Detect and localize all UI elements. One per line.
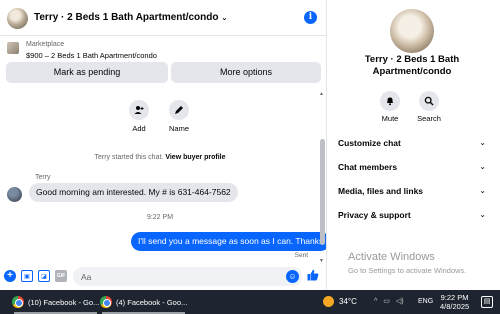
chevron-down-icon: ⌄ (479, 210, 486, 219)
add-label: Add (132, 124, 146, 133)
sender-name: Terry (35, 174, 51, 181)
chevron-down-icon: ⌄ (479, 186, 486, 195)
search-label: Search (417, 114, 441, 123)
chat-started-text: Terry started this chat. (94, 154, 164, 161)
camera-icon[interactable]: ▣ (21, 270, 33, 282)
message-timestamp: 9:22 PM (146, 214, 174, 221)
taskbar-item-label: (10) Facebook - Go... (28, 297, 100, 307)
notification-icon[interactable]: ▤ (481, 296, 493, 308)
privacy-support-item[interactable]: Privacy & support ⌄ (338, 210, 486, 220)
activate-windows-title: Activate Windows (348, 251, 435, 263)
system-tray[interactable]: ^ ▭ ◁) (374, 297, 410, 305)
profile-name: Terry · 2 Beds 1 Bath Apartment/condo (364, 54, 460, 77)
emoji-icon[interactable]: ☺ (286, 270, 299, 283)
message-placeholder: Aa (81, 272, 92, 282)
profile-avatar[interactable] (390, 9, 434, 53)
clock[interactable]: 9:22 PM 4/8/2025 (440, 293, 469, 311)
listing-title[interactable]: $900 – 2 Beds 1 Bath Apartment/condo (26, 51, 157, 60)
chrome-icon (12, 296, 24, 308)
chat-header: Terry · 2 Beds 1 Bath Apartment/condo ⌄ i (0, 0, 326, 36)
mute-button[interactable]: Mute (372, 91, 408, 123)
chevron-down-icon: ⌄ (221, 15, 228, 22)
clock-date: 4/8/2025 (440, 302, 470, 311)
chat-title-text: Terry · 2 Beds 1 Bath Apartment/condo (34, 12, 219, 23)
taskbar-item-facebook-2[interactable]: (4) Facebook - Goo... (100, 293, 188, 314)
chevron-down-icon: ⌄ (479, 162, 486, 171)
name-action[interactable]: Name (162, 100, 196, 133)
media-files-links-item[interactable]: Media, files and links ⌄ (338, 186, 486, 196)
bell-icon (380, 91, 400, 111)
marketplace-label: Marketplace (26, 41, 65, 48)
pencil-icon (169, 100, 189, 120)
sender-avatar[interactable] (7, 187, 22, 202)
view-buyer-profile-link[interactable]: View buyer profile (165, 154, 225, 161)
chevron-up-icon[interactable]: ^ (374, 298, 377, 305)
network-icon[interactable]: ▭ (383, 298, 390, 305)
sent-status: Sent (294, 252, 308, 259)
chrome-icon (100, 296, 112, 308)
person-add-icon (129, 100, 149, 120)
info-icon[interactable]: i (304, 11, 317, 24)
add-action[interactable]: Add (122, 100, 156, 133)
listing-thumbnail (7, 42, 19, 54)
menu-item-label: Chat members (338, 162, 398, 172)
sticker-icon[interactable]: ◪ (38, 270, 50, 282)
activate-windows-subtitle: Go to Settings to activate Windows. (348, 266, 467, 275)
menu-item-label: Media, files and links (338, 186, 424, 196)
info-panel: Terry · 2 Beds 1 Bath Apartment/condo Mu… (326, 0, 500, 290)
temperature: 34°C (339, 297, 357, 306)
clock-time: 9:22 PM (440, 293, 469, 302)
mute-label: Mute (381, 114, 399, 123)
composer: + ▣ ◪ GIF Aa ☺ (0, 263, 326, 290)
taskbar-item-label: (4) Facebook - Goo... (116, 297, 188, 307)
gif-icon[interactable]: GIF (55, 270, 67, 282)
chat-scrollbar[interactable]: ▲ ▼ (319, 91, 325, 264)
weather-widget[interactable]: 34°C (323, 296, 357, 307)
chat-started-notice: Terry started this chat. View buyer prof… (0, 154, 320, 161)
message-input[interactable]: Aa ☺ (73, 267, 302, 286)
taskbar: (10) Facebook - Go... (4) Facebook - Goo… (0, 290, 500, 314)
incoming-message[interactable]: Good morning am interested. My # is 631-… (29, 183, 238, 202)
taskbar-item-facebook-1[interactable]: (10) Facebook - Go... (12, 293, 100, 314)
thumbs-up-icon[interactable] (307, 269, 319, 284)
plus-icon[interactable]: + (4, 270, 16, 282)
outgoing-message[interactable]: I'll send you a message as soon as I can… (131, 232, 326, 251)
menu-item-label: Customize chat (338, 138, 401, 148)
name-label: Name (168, 124, 189, 133)
chat-members-item[interactable]: Chat members ⌄ (338, 162, 486, 172)
search-icon (419, 91, 439, 111)
more-options-button[interactable]: More options (171, 62, 321, 83)
customize-chat-item[interactable]: Customize chat ⌄ (338, 138, 486, 148)
volume-icon[interactable]: ◁) (396, 298, 404, 305)
sun-icon (323, 296, 334, 307)
message-list[interactable]: Add Name Terry started this chat. View b… (0, 91, 326, 261)
chat-title[interactable]: Terry · 2 Beds 1 Bath Apartment/condo ⌄ (34, 12, 227, 23)
search-button[interactable]: Search (411, 91, 447, 123)
mark-as-pending-button[interactable]: Mark as pending (6, 62, 168, 83)
chevron-down-icon: ⌄ (479, 138, 486, 147)
chat-pane: Terry · 2 Beds 1 Bath Apartment/condo ⌄ i… (0, 0, 326, 290)
menu-item-label: Privacy & support (338, 210, 411, 220)
scroll-up-icon[interactable]: ▲ (319, 91, 324, 97)
scrollbar-thumb[interactable] (320, 139, 325, 245)
avatar[interactable] (7, 8, 28, 29)
language-indicator[interactable]: ENG (418, 298, 433, 305)
